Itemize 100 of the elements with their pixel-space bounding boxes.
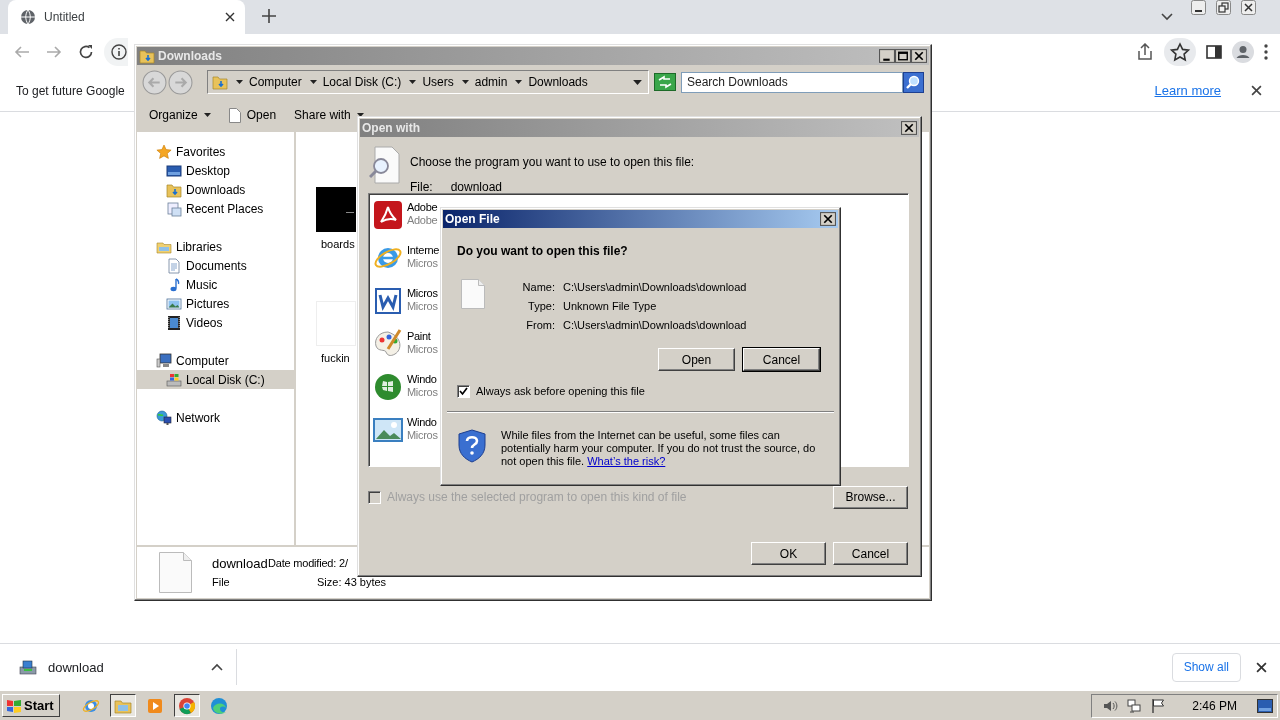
caret-icon[interactable] [515,80,523,84]
close-icon[interactable] [225,12,235,22]
dialog-title: Open File [445,212,500,226]
menu-icon[interactable] [1264,44,1268,60]
caret-icon [203,113,211,117]
close-icon[interactable] [1251,85,1262,96]
toolbar-button[interactable]: Open [220,103,285,127]
field-label: Name: [521,280,555,293]
sidebar-icon[interactable] [1206,44,1222,60]
nav-item[interactable]: Documents [137,256,294,275]
file-icon [461,279,485,309]
field-value: Unknown File Type [563,299,658,312]
browser-tab[interactable]: Untitled [8,0,245,34]
folder-icon [139,48,155,64]
field-label: File: [410,180,433,194]
browse-button[interactable]: Browse... [833,485,908,509]
file-name[interactable]: fuckin [321,352,350,402]
file-thumbnail[interactable] [316,301,356,346]
program-item[interactable]: Micros Micros [373,286,437,329]
program-item[interactable]: Windo Micros [373,372,437,415]
close-icon[interactable] [1256,661,1267,673]
nav-item[interactable]: Computer [137,351,294,370]
breadcrumb-item[interactable]: Computer [249,75,302,89]
search-button[interactable] [903,71,924,93]
caret-icon[interactable] [309,80,317,84]
globe-icon [20,9,36,25]
learn-more-link[interactable]: Learn more [1154,83,1221,98]
field-value: C:\Users\admin\Downloads\download [563,318,747,331]
taskbar-app-button[interactable] [173,694,200,717]
nav-item[interactable]: Music [137,275,294,294]
show-all-button[interactable]: Show all [1171,652,1241,682]
start-button[interactable]: Start [2,694,60,717]
orb-icon [373,372,403,402]
star-icon [156,143,172,160]
new-tab-icon[interactable] [262,9,276,23]
nav-item[interactable]: Local Disk (C:) [137,370,294,389]
profile-icon[interactable] [1232,41,1254,63]
open-button[interactable]: Open [658,348,735,371]
file-name: download [450,180,503,194]
program-item[interactable]: Adobe Adobe [373,200,437,243]
network-icon [156,409,172,426]
cancel-button[interactable]: Cancel [743,348,820,371]
file-type: File [212,576,231,588]
always-ask-checkbox[interactable]: Always ask before opening this file [457,383,645,399]
nav-item[interactable]: Recent Places [137,199,294,218]
breadcrumb-item[interactable]: admin [474,75,508,89]
question-heading: Do you want to open this file? [457,244,629,258]
windows-logo-icon [6,698,22,713]
nav-item[interactable]: Favorites [137,142,294,161]
caret-up-icon[interactable] [211,663,223,671]
close-button[interactable] [820,212,836,226]
breadcrumb-item[interactable]: Users [422,75,454,89]
caret-icon[interactable] [236,80,243,84]
toolbar-button[interactable]: Organize [141,104,219,126]
caret-icon[interactable] [461,80,469,84]
search-field[interactable]: Search Downloads [681,71,903,93]
reload-icon[interactable] [78,44,94,60]
ok-button[interactable]: OK [751,542,826,565]
refresh-button[interactable] [654,73,676,91]
program-item[interactable]: Windo Micros [373,415,437,458]
dialog-title: Open with [362,121,420,135]
network-icon[interactable] [1126,697,1143,714]
file-thumbnail[interactable] [316,187,356,232]
show-desktop-icon[interactable] [1257,698,1273,713]
program-item[interactable]: Paint Micros [373,329,437,372]
taskbar-app-button[interactable] [109,694,136,717]
flag-icon[interactable] [1150,697,1167,714]
infobar-message: To get future Google [16,83,125,98]
risk-link[interactable]: What’s the risk? [587,455,666,467]
caret-icon[interactable] [409,80,417,84]
breadcrumb-item[interactable]: Local Disk (C:) [322,75,402,89]
program-item[interactable]: Interne Micros [373,243,437,286]
nav-item[interactable]: Desktop [137,161,294,180]
download-filename[interactable]: download [48,659,200,675]
folder-icon [166,181,182,198]
nav-item[interactable]: Videos [137,313,294,332]
dropdown-arrow-icon[interactable] [633,79,642,85]
address-bar[interactable] [104,38,128,66]
field-value: C:\Users\admin\Downloads\download [563,280,747,293]
breadcrumb-item[interactable]: Downloads [528,75,588,89]
circle-logo-icon [177,696,196,715]
file-name[interactable]: boards [321,238,355,288]
nav-item[interactable]: Downloads [137,180,294,199]
address-bar[interactable]: Computer Local Disk (C:) Users admin Downloads [207,70,649,94]
nav-item[interactable]: Network [137,408,294,427]
document-app-icon [373,200,403,230]
file-name: download [212,555,268,571]
drive-icon [166,371,182,388]
nav-item[interactable]: Libraries [137,237,294,256]
recent-icon [166,200,182,217]
computer-icon [156,352,172,369]
cancel-button[interactable]: Cancel [833,542,908,565]
nav-item[interactable]: Pictures [137,294,294,313]
date-modified: Date modified: 2/ [268,557,349,569]
share-icon[interactable] [1136,43,1154,61]
clock[interactable]: 2:46 PM [1192,698,1237,713]
chevron-down-icon[interactable] [1161,13,1173,21]
desktop-icon [166,162,182,179]
file-icon [159,552,192,593]
document-icon [166,257,182,274]
